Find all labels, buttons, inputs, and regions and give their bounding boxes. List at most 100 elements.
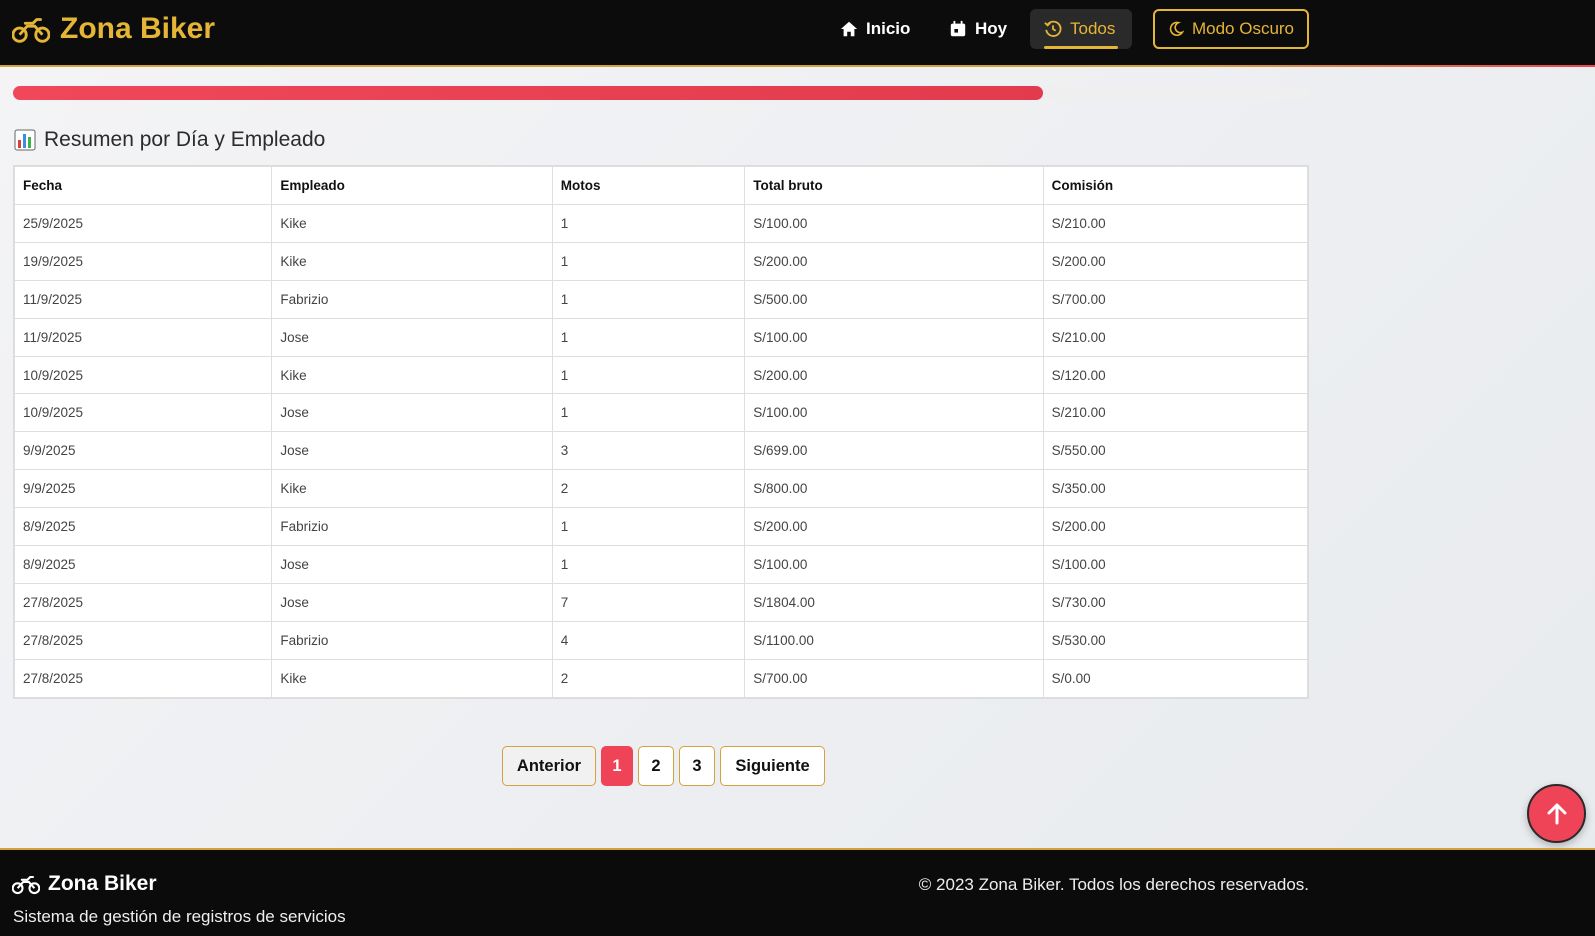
bar-chart-icon — [14, 129, 36, 151]
cell-fecha: 11/9/2025 — [13, 317, 273, 357]
cell-fecha: 9/9/2025 — [13, 431, 273, 471]
cell-fecha: 8/9/2025 — [13, 545, 273, 584]
page-2-button[interactable]: 2 — [638, 746, 674, 786]
section-title: Resumen por Día y Empleado — [44, 128, 326, 151]
table-row: 10/9/2025 Kike 1 S/200.00 S/120.00 — [13, 355, 1309, 395]
pagination-next-button[interactable]: Siguiente — [720, 746, 825, 786]
nav-todos-label: Todos — [1070, 19, 1116, 38]
nav-todos[interactable]: Todos — [1030, 9, 1132, 49]
cell-total-bruto: S/700.00 — [744, 658, 1044, 698]
col-header-empleado: Empleado — [271, 166, 553, 205]
cell-empleado: Fabrizio — [271, 507, 553, 547]
table-row: 8/9/2025 Jose 1 S/100.00 S/100.00 — [13, 545, 1309, 584]
calendar-icon — [950, 20, 966, 37]
table-row: 25/9/2025 Kike 1 S/100.00 S/210.00 — [13, 204, 1309, 243]
cell-fecha: 27/8/2025 — [13, 620, 273, 660]
history-icon — [1044, 20, 1062, 37]
navbar: Zona Biker Inicio Hoy Todos Modo Oscuro — [0, 0, 1595, 67]
cell-fecha: 25/9/2025 — [13, 204, 273, 243]
motorcycle-icon — [12, 18, 50, 43]
table-row: 11/9/2025 Jose 1 S/100.00 S/210.00 — [13, 317, 1309, 357]
nav-hoy-label: Hoy — [975, 19, 1008, 38]
cell-comision: S/200.00 — [1042, 507, 1309, 547]
cell-empleado: Jose — [271, 393, 553, 433]
cell-comision: S/100.00 — [1042, 545, 1309, 584]
cell-motos: 1 — [551, 393, 746, 433]
cell-comision: S/700.00 — [1042, 279, 1309, 319]
cell-empleado: Jose — [271, 582, 553, 622]
cell-total-bruto: S/699.00 — [744, 431, 1044, 471]
table-row: 9/9/2025 Jose 3 S/699.00 S/550.00 — [13, 431, 1309, 471]
cell-motos: 1 — [551, 507, 746, 547]
summary-table: Fecha Empleado Motos Total bruto Comisió… — [13, 165, 1309, 699]
col-header-total-bruto: Total bruto — [744, 166, 1044, 205]
cell-total-bruto: S/500.00 — [744, 279, 1044, 319]
pagination: Anterior 1 2 3 Siguiente — [502, 746, 825, 786]
footer-subtitle: Sistema de gestión de registros de servi… — [13, 907, 346, 926]
cell-empleado: Kike — [271, 241, 553, 281]
cell-comision: S/200.00 — [1042, 241, 1309, 281]
cell-fecha: 11/9/2025 — [13, 279, 273, 319]
cell-empleado: Fabrizio — [271, 620, 553, 660]
cell-total-bruto: S/100.00 — [744, 317, 1044, 357]
cell-motos: 1 — [551, 241, 746, 281]
nav-inicio[interactable]: Inicio — [826, 9, 924, 49]
page-3-button[interactable]: 3 — [679, 746, 715, 786]
cell-empleado: Fabrizio — [271, 279, 553, 319]
motorcycle-icon — [12, 875, 40, 895]
cell-motos: 1 — [551, 545, 746, 584]
table-row: 27/8/2025 Jose 7 S/1804.00 S/730.00 — [13, 582, 1309, 622]
cell-total-bruto: S/100.00 — [744, 204, 1044, 243]
cell-motos: 7 — [551, 582, 746, 622]
col-header-comision: Comisión — [1042, 166, 1309, 205]
table-row: 9/9/2025 Kike 2 S/800.00 S/350.00 — [13, 469, 1309, 509]
cell-fecha: 8/9/2025 — [13, 507, 273, 547]
cell-empleado: Kike — [271, 355, 553, 395]
active-underline — [1044, 46, 1118, 49]
cell-total-bruto: S/200.00 — [744, 507, 1044, 547]
brand-logo[interactable]: Zona Biker — [12, 10, 215, 48]
table-row: 19/9/2025 Kike 1 S/200.00 S/200.00 — [13, 241, 1309, 281]
cell-fecha: 27/8/2025 — [13, 582, 273, 622]
cell-comision: S/730.00 — [1042, 582, 1309, 622]
cell-total-bruto: S/1804.00 — [744, 582, 1044, 622]
footer-brand: Zona Biker — [12, 872, 157, 896]
cell-motos: 1 — [551, 279, 746, 319]
dark-mode-button[interactable]: Modo Oscuro — [1153, 9, 1309, 49]
cell-fecha: 10/9/2025 — [13, 355, 273, 395]
progress-bar — [13, 86, 1309, 100]
cell-motos: 3 — [551, 431, 746, 471]
nav-inicio-label: Inicio — [866, 19, 911, 38]
cell-empleado: Jose — [271, 545, 553, 584]
cell-comision: S/210.00 — [1042, 393, 1309, 433]
cell-comision: S/210.00 — [1042, 204, 1309, 243]
cell-motos: 1 — [551, 204, 746, 243]
table-row: 10/9/2025 Jose 1 S/100.00 S/210.00 — [13, 393, 1309, 433]
col-header-motos: Motos — [551, 166, 746, 205]
cell-motos: 1 — [551, 317, 746, 357]
cell-empleado: Jose — [271, 431, 553, 471]
progress-fill — [13, 86, 1044, 100]
cell-total-bruto: S/100.00 — [744, 545, 1044, 584]
footer: Zona Biker Sistema de gestión de registr… — [0, 848, 1595, 936]
cell-motos: 4 — [551, 620, 746, 660]
cell-total-bruto: S/800.00 — [744, 469, 1044, 509]
cell-empleado: Kike — [271, 658, 553, 698]
col-header-fecha: Fecha — [13, 166, 273, 205]
cell-motos: 1 — [551, 355, 746, 395]
pagination-prev-button[interactable]: Anterior — [502, 746, 596, 786]
scroll-top-button[interactable] — [1527, 784, 1586, 843]
cell-motos: 2 — [551, 658, 746, 698]
cell-total-bruto: S/200.00 — [744, 355, 1044, 395]
section-heading: Resumen por Día y Empleado — [14, 128, 325, 152]
brand-name: Zona Biker — [60, 12, 216, 45]
cell-comision: S/210.00 — [1042, 317, 1309, 357]
nav-hoy[interactable]: Hoy — [935, 9, 1021, 49]
page-1-button[interactable]: 1 — [601, 746, 633, 786]
cell-comision: S/530.00 — [1042, 620, 1309, 660]
footer-copyright: © 2023 Zona Biker. Todos los derechos re… — [918, 875, 1309, 894]
moon-icon — [1169, 21, 1184, 37]
table-row: 27/8/2025 Kike 2 S/700.00 S/0.00 — [13, 658, 1309, 698]
cell-comision: S/550.00 — [1042, 431, 1309, 471]
cell-fecha: 19/9/2025 — [13, 241, 273, 281]
